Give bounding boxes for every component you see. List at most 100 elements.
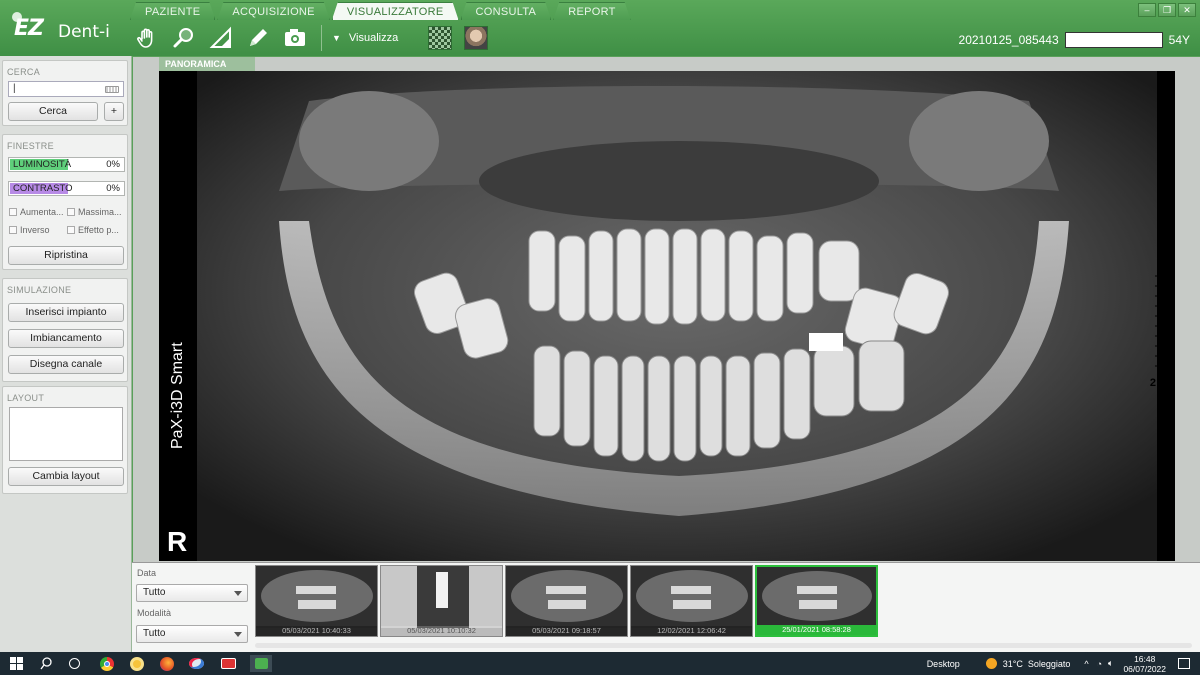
- notification-icon[interactable]: [1178, 658, 1190, 669]
- zoom-tool-button[interactable]: [167, 23, 201, 53]
- app-logo: EZ Dent-i: [6, 10, 126, 50]
- close-icon[interactable]: ✕: [1178, 3, 1196, 17]
- ezdent-window: EZ Dent-i PAZIENTE ACQUISIZIONE VISUALIZ…: [0, 0, 1200, 652]
- minimize-icon[interactable]: –: [1138, 3, 1156, 17]
- checkbox-icon: [67, 208, 75, 216]
- draw-canal-button[interactable]: Disegna canale: [8, 355, 124, 374]
- modalita-filter-value: Tutto: [143, 628, 166, 639]
- window-controls: – ❐ ✕: [1138, 3, 1196, 17]
- face-view-button[interactable]: [464, 26, 489, 50]
- tab-acquisizione[interactable]: ACQUISIZIONE: [217, 2, 329, 20]
- pano-thumb-image: [506, 566, 627, 628]
- firefox-icon[interactable]: [158, 655, 175, 672]
- windows-logo-icon: [10, 657, 23, 670]
- search-icon[interactable]: [38, 655, 55, 672]
- patient-name-redacted: [1064, 32, 1163, 48]
- modalita-filter-select[interactable]: Tutto: [136, 625, 248, 643]
- checker-view-button[interactable]: [428, 26, 453, 50]
- clock-date: 06/07/2022: [1123, 663, 1166, 674]
- chevron-up-icon[interactable]: ^: [1084, 659, 1088, 669]
- finestre-title: FINESTRE: [7, 141, 54, 151]
- visualizza-dropdown[interactable]: ▼ Visualizza: [332, 32, 398, 44]
- check-inverso-label: Inverso: [20, 225, 50, 235]
- check-effetto-label: Effetto p...: [78, 225, 119, 235]
- data-filter-select[interactable]: Tutto: [136, 584, 248, 602]
- clock[interactable]: 16:48 06/07/2022: [1123, 654, 1166, 674]
- checkbox-icon: [9, 226, 17, 234]
- whitening-button[interactable]: Imbiancamento: [8, 329, 124, 348]
- scale-label: 2 cm: [1149, 377, 1175, 389]
- windows-start-icon[interactable]: [8, 655, 25, 672]
- chevron-down-icon: [234, 591, 242, 596]
- data-filter-value: Tutto: [143, 587, 166, 598]
- visualizza-label: Visualizza: [348, 32, 399, 44]
- thumbnail-5-selected[interactable]: 25/01/2021 08:58:28: [755, 565, 878, 637]
- toolbar: ▼ Visualizza: [130, 22, 489, 54]
- search-button[interactable]: Cerca: [8, 102, 98, 121]
- network-icon[interactable]: ◔: [1097, 659, 1102, 669]
- task-view-icon[interactable]: [66, 655, 83, 672]
- thumbnail-strip: Data Tutto Modalità Tutto 05/03/2021 10:…: [132, 562, 1200, 652]
- layout-section: LAYOUT Cambia layout: [2, 386, 128, 494]
- cerca-title: CERCA: [7, 67, 41, 77]
- tab-visualizzatore[interactable]: VISUALIZZATORE: [332, 2, 459, 20]
- check-massima[interactable]: Massima...: [67, 207, 122, 217]
- ezdent-taskbar-icon[interactable]: [250, 655, 272, 672]
- insert-implant-button[interactable]: Inserisci impianto: [8, 303, 124, 322]
- weather-text[interactable]: 31°C Soleggiato: [1003, 659, 1071, 669]
- logo-ez: EZ: [14, 16, 44, 41]
- pano-thumb-image: [631, 566, 752, 628]
- panoramic-xray[interactable]: R PaX-i3D Smart 2 cm: [159, 71, 1175, 561]
- thumbnail-3[interactable]: 05/03/2021 09:18:57: [505, 565, 628, 637]
- paint-icon[interactable]: [188, 655, 205, 672]
- check-effetto[interactable]: Effetto p...: [67, 225, 119, 235]
- restore-icon[interactable]: ❐: [1158, 3, 1176, 17]
- chrome-canary-icon[interactable]: [128, 655, 145, 672]
- keyboard-icon: [105, 86, 119, 93]
- image-viewer[interactable]: PANORAMICA R PaX-i3D Smart 2 cm: [132, 56, 1200, 562]
- tab-paziente[interactable]: PAZIENTE: [130, 2, 215, 20]
- luminosita-value: 0%: [106, 159, 120, 170]
- measure-tool-button[interactable]: [204, 23, 238, 53]
- draw-tool-button[interactable]: [241, 23, 275, 53]
- check-aumenta-label: Aumenta...: [20, 207, 64, 217]
- chrome-icon[interactable]: [98, 655, 115, 672]
- thumbnail-4[interactable]: 12/02/2021 12:06:42: [630, 565, 753, 637]
- cerca-section: CERCA | Cerca +: [2, 60, 128, 126]
- camera-icon: [285, 29, 305, 46]
- search-input[interactable]: |: [8, 81, 124, 97]
- side-marker: R: [167, 526, 187, 557]
- change-layout-button[interactable]: Cambia layout: [8, 467, 124, 486]
- logo-dent: Dent-i: [58, 22, 110, 42]
- hand-tool-button[interactable]: [130, 23, 164, 53]
- contrasto-slider[interactable]: CONTRASTO 0%: [8, 181, 125, 196]
- add-search-button[interactable]: +: [104, 102, 124, 121]
- app-header: EZ Dent-i PAZIENTE ACQUISIZIONE VISUALIZ…: [0, 0, 1200, 56]
- checkbox-icon: [67, 226, 75, 234]
- thumbnail-caption: 05/03/2021 10:10:32: [381, 626, 502, 636]
- desktop-toolbar-label[interactable]: Desktop: [927, 659, 960, 669]
- thumbnail-caption: 12/02/2021 12:06:42: [631, 626, 752, 636]
- finestre-section: FINESTRE LUMINOSITÀ 0% CONTRASTO 0% Aume…: [2, 134, 128, 270]
- thumbnail-1[interactable]: 05/03/2021 10:40:33: [255, 565, 378, 637]
- check-inverso[interactable]: Inverso: [9, 225, 50, 235]
- volume-icon[interactable]: 🔈︎: [1108, 658, 1113, 669]
- ripristina-button[interactable]: Ripristina: [8, 246, 124, 265]
- capture-tool-button[interactable]: [278, 23, 312, 53]
- modalita-filter-label: Modalità: [137, 608, 172, 618]
- check-aumenta[interactable]: Aumenta...: [9, 207, 64, 217]
- viewer-label: PANORAMICA: [159, 57, 255, 71]
- ruler-triangle-icon: [209, 26, 231, 48]
- luminosita-slider[interactable]: LUMINOSITÀ 0%: [8, 157, 125, 172]
- system-tray: Desktop 31°C Soleggiato ^ ◔ 🔈︎ 16:48 06/…: [927, 652, 1200, 675]
- hand-icon: [137, 28, 153, 48]
- thumbnail-scrollbar[interactable]: [255, 643, 1192, 648]
- sun-icon: [985, 658, 997, 669]
- tab-consulta[interactable]: CONSULTA: [461, 2, 552, 20]
- implant-thumb-image: [381, 566, 502, 628]
- patient-info: 20210125_085443 54Y: [959, 32, 1190, 48]
- tab-report[interactable]: REPORT: [553, 2, 630, 20]
- simulazione-title: SIMULAZIONE: [7, 285, 72, 295]
- camera-app-icon[interactable]: [220, 655, 237, 672]
- thumbnail-2[interactable]: 05/03/2021 10:10:32: [380, 565, 503, 637]
